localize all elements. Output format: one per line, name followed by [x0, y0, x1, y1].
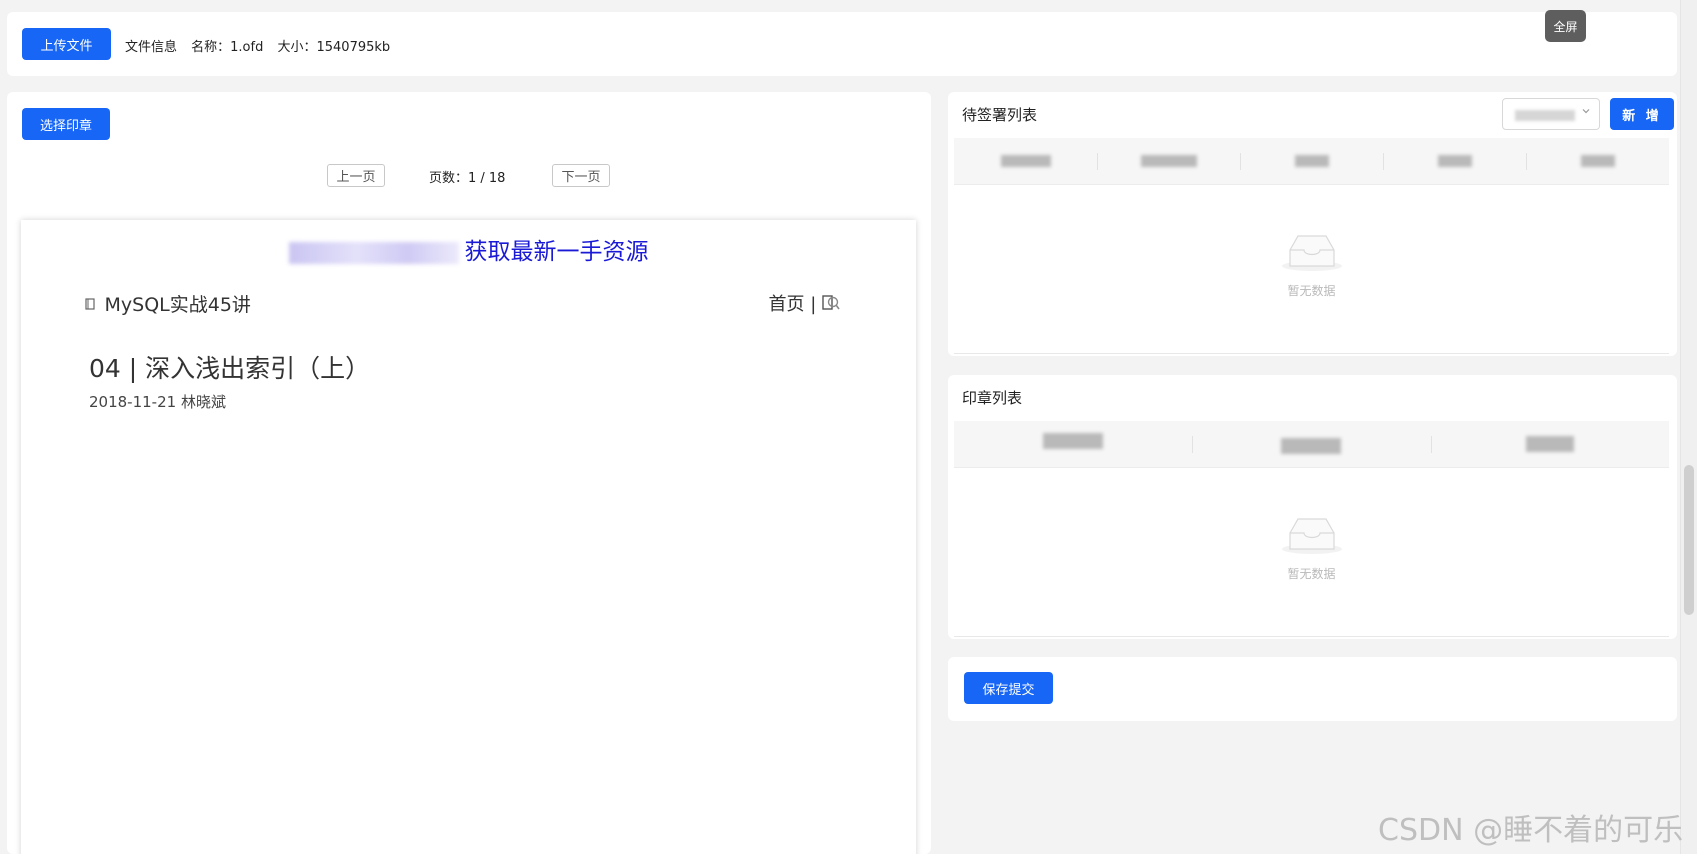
empty-state: 暂无数据 — [954, 513, 1669, 582]
pending-list-title: 待签署列表 — [962, 106, 1038, 124]
blurred-text — [1140, 155, 1197, 167]
empty-text: 暂无数据 — [1287, 567, 1336, 581]
blurred-text — [1437, 155, 1472, 167]
empty-inbox-icon — [1280, 235, 1344, 276]
fullscreen-tooltip: 全屏 — [1545, 10, 1586, 42]
seal-list-title: 印章列表 — [962, 389, 1023, 407]
table-header-cell — [1192, 421, 1430, 467]
blurred-text — [1580, 155, 1615, 167]
table-header-cell — [1240, 138, 1383, 184]
select-seal-button[interactable]: 选择印章 — [22, 108, 110, 140]
doc-course-header: MySQL实战45讲 — [85, 290, 251, 317]
blurred-text — [1294, 155, 1329, 167]
blurred-text — [1281, 438, 1342, 454]
table-header-cell — [1430, 421, 1669, 467]
doc-banner: 获取最新一手资源 — [21, 232, 916, 266]
submit-panel: 保存提交 — [948, 657, 1677, 721]
blurred-text — [1515, 110, 1575, 121]
table-divider — [954, 353, 1669, 354]
doc-article-meta: 2018-11-21 林晓斌 — [89, 393, 226, 411]
empty-text: 暂无数据 — [1287, 284, 1336, 298]
blurred-text — [288, 241, 459, 264]
seal-list-panel: 印章列表 暂无数据 — [948, 375, 1677, 639]
doc-nav-text: 首页 | — [768, 294, 817, 315]
doc-banner-text: 获取最新一手资源 — [464, 239, 649, 265]
save-submit-button[interactable]: 保存提交 — [964, 672, 1053, 704]
top-bar: 上传文件 文件信息 名称：1.ofd 大小：1540795kb — [7, 12, 1677, 76]
seal-table-header — [954, 421, 1669, 468]
doc-nav: 首页 | — [768, 290, 840, 316]
prev-page-button[interactable]: 上一页 — [327, 164, 385, 187]
document-viewer-panel: 选择印章 上一页 页数：1 / 18 下一页 获取最新一手资源 MySQL实战4… — [7, 92, 931, 854]
scrollbar-thumb[interactable] — [1684, 465, 1694, 615]
table-divider — [954, 636, 1669, 637]
table-header-cell — [1097, 138, 1240, 184]
blurred-text — [1043, 433, 1104, 449]
add-button[interactable]: 新 增 — [1610, 98, 1674, 130]
file-info: 文件信息 名称：1.ofd 大小：1540795kb — [125, 36, 400, 55]
doc-course-title: MySQL实战45讲 — [104, 294, 251, 316]
blurred-text — [1525, 436, 1574, 452]
table-header-cell — [1526, 138, 1669, 184]
empty-state: 暂无数据 — [954, 230, 1669, 299]
page-scrollbar[interactable] — [1680, 0, 1697, 854]
doc-article-title: 04 | 深入浅出索引（上） — [89, 354, 371, 383]
table-header-cell — [1383, 138, 1526, 184]
book-icon — [85, 298, 99, 313]
file-info-label: 文件信息 — [125, 40, 178, 55]
file-name: 名称：1.ofd — [191, 40, 264, 55]
next-page-button[interactable]: 下一页 — [552, 164, 610, 187]
watermark: CSDN @睡不着的可乐 — [1378, 813, 1684, 848]
blurred-text — [1000, 155, 1051, 167]
search-icon — [822, 294, 840, 315]
chevron-down-icon — [1581, 106, 1591, 119]
document-page: 获取最新一手资源 MySQL实战45讲 首页 | 04 | 深入浅出索引（上） … — [21, 220, 916, 854]
upload-file-button[interactable]: 上传文件 — [22, 28, 111, 60]
pending-table-header — [954, 138, 1669, 185]
filter-select[interactable] — [1502, 98, 1600, 130]
pending-sign-panel: 待签署列表 新 增 暂无数据 — [948, 92, 1677, 356]
empty-inbox-icon — [1280, 518, 1344, 559]
page-count: 页数：1 / 18 — [429, 171, 506, 186]
table-header-cell — [954, 421, 1192, 467]
table-header-cell — [954, 138, 1097, 184]
file-size: 大小：1540795kb — [277, 40, 391, 55]
